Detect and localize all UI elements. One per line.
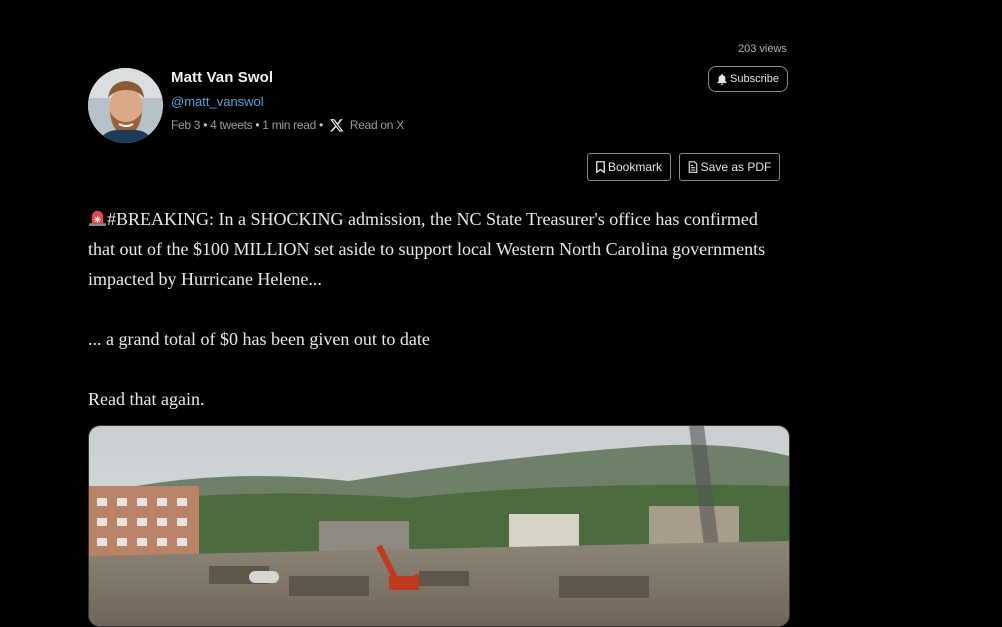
- author-name[interactable]: Matt Van Swol: [171, 69, 273, 86]
- tweet-count: 4 tweets: [210, 118, 253, 132]
- bookmark-button[interactable]: Bookmark: [587, 153, 671, 181]
- avatar[interactable]: [88, 68, 163, 143]
- subscribe-label: Subscribe: [730, 73, 779, 85]
- pdf-file-icon: [688, 161, 697, 173]
- meta-separator: •: [255, 118, 260, 132]
- tweet-meta: Feb 3 • 4 tweets • 1 min read • Read on …: [171, 118, 404, 132]
- bell-icon: [717, 73, 727, 85]
- save-as-pdf-button[interactable]: Save as PDF: [679, 153, 780, 181]
- bookmark-icon: [596, 161, 605, 173]
- subscribe-button[interactable]: Subscribe: [708, 66, 788, 92]
- post-date: Feb 3: [171, 118, 201, 132]
- save-as-pdf-label: Save as PDF: [700, 160, 772, 174]
- author-handle-link[interactable]: @matt_vanswol: [171, 94, 264, 109]
- police-light-icon: [88, 210, 107, 227]
- hurricane-damage-photo: [89, 426, 789, 626]
- meta-separator: •: [203, 118, 208, 132]
- tweet-paragraph-2: ... a grand total of $0 has been given o…: [88, 329, 430, 349]
- read-time: 1 min read: [262, 118, 316, 132]
- tweet-paragraph-1: #BREAKING: In a SHOCKING admission, the …: [88, 204, 788, 294]
- bookmark-label: Bookmark: [607, 160, 663, 174]
- x-logo-icon: [329, 118, 344, 131]
- meta-separator: •: [319, 118, 323, 132]
- tweet-media-image[interactable]: [88, 425, 790, 627]
- view-count: 203 views: [738, 43, 787, 55]
- read-on-x-label: Read on X: [349, 118, 404, 132]
- tweet-paragraph-3: Read that again.: [88, 389, 205, 409]
- tweet-paragraph-1-text: #BREAKING: In a SHOCKING admission, the …: [88, 209, 766, 289]
- read-on-x-link[interactable]: Read on X: [329, 118, 404, 132]
- avatar-photo: [88, 68, 163, 143]
